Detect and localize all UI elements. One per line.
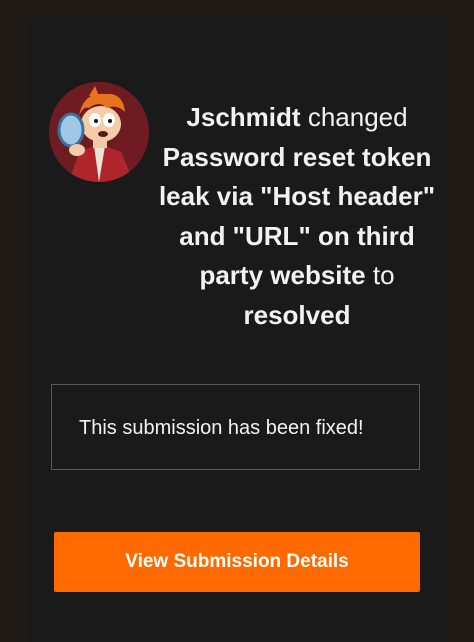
avatar-image [49,82,149,182]
status-notice-message: This submission has been fixed! [79,417,364,439]
new-status: resolved [243,299,351,330]
activity-headline: Jschmidt changed Password reset token le… [157,98,437,335]
username[interactable]: Jschmidt [186,102,300,132]
notification-card: Jschmidt changed Password reset token le… [27,20,447,642]
action-verb: changed [307,102,408,132]
status-notice-box: This submission has been fixed! [51,384,420,470]
connector-word: to [372,260,395,290]
view-submission-details-button[interactable]: View Submission Details [54,532,420,592]
user-avatar [49,82,149,182]
